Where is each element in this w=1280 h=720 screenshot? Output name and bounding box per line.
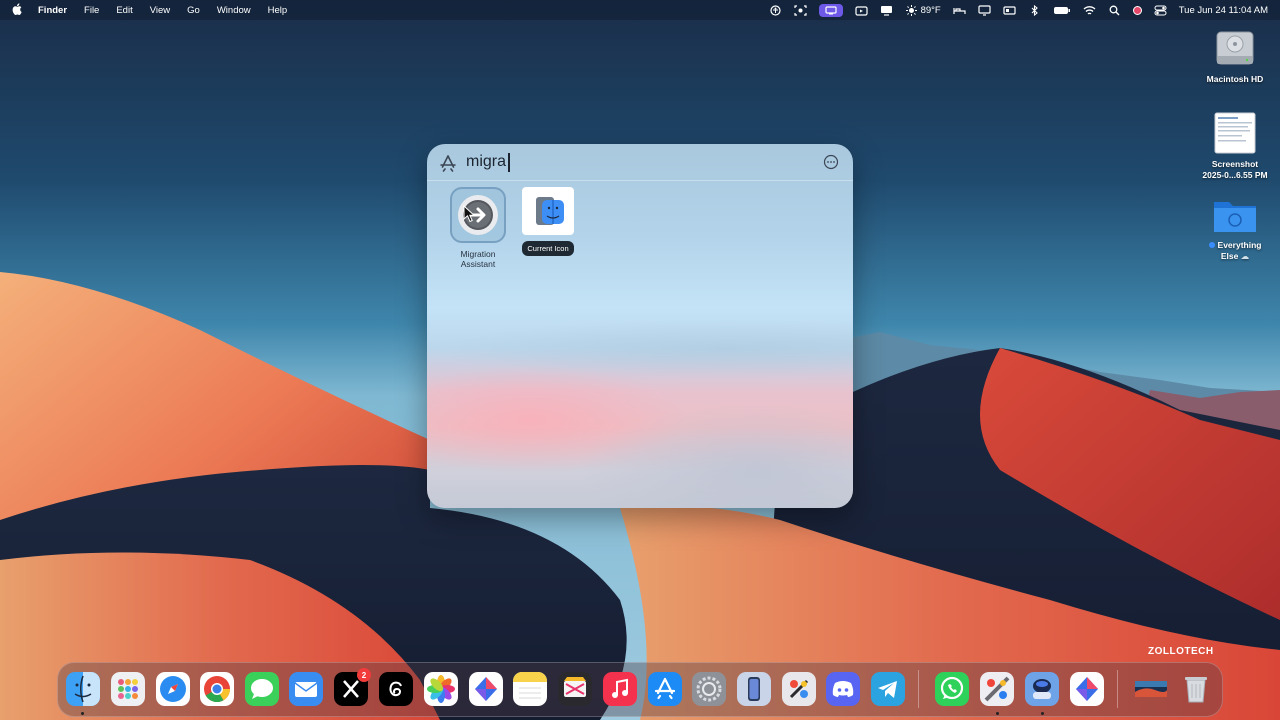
apple-menu-icon[interactable]	[12, 2, 22, 18]
craft-icon[interactable]	[469, 672, 503, 706]
spotlight-search-input[interactable]	[466, 151, 796, 173]
iphone-mirroring-icon[interactable]	[737, 672, 771, 706]
telegram-icon[interactable]	[871, 672, 905, 706]
weather-icon[interactable]	[905, 4, 918, 16]
desktop-item-label-line1: Screenshot	[1211, 159, 1259, 169]
app-store-icon[interactable]	[648, 672, 682, 706]
music-icon[interactable]	[603, 672, 637, 706]
battery-icon[interactable]	[1053, 5, 1071, 16]
result-migration-assistant[interactable]: Migration Assistant	[444, 187, 512, 269]
hard-drive-icon	[1213, 26, 1257, 70]
messages-icon[interactable]	[245, 672, 279, 706]
launchpad-icon[interactable]	[111, 672, 145, 706]
menu-clock[interactable]: Tue Jun 24 11:04 AM	[1179, 5, 1268, 16]
desktop-item-everything-else[interactable]: Everything Else ☁	[1190, 196, 1280, 261]
craft-icon-2[interactable]	[1070, 672, 1104, 706]
display-icon-2[interactable]	[978, 4, 991, 16]
safari-icon[interactable]	[156, 672, 190, 706]
spotlight-search-row	[427, 144, 853, 181]
result-label-line2: Assistant	[460, 259, 496, 269]
camera-icon[interactable]	[854, 5, 868, 16]
result-tile[interactable]	[522, 187, 574, 235]
downloads-stack-icon[interactable]	[1134, 672, 1168, 706]
result-current-icon[interactable]: Current Icon	[514, 187, 582, 256]
bluetooth-icon[interactable]	[1028, 4, 1041, 16]
app-store-icon[interactable]	[439, 154, 457, 172]
screenshot-icon[interactable]	[793, 4, 807, 16]
chrome-icon[interactable]	[200, 672, 234, 706]
user-icon[interactable]	[1132, 5, 1142, 15]
desktop-item-label-line2: 2025-0...6.55 PM	[1202, 169, 1268, 180]
dock-separator	[1117, 670, 1118, 708]
result-label-line1: Migration	[460, 249, 496, 259]
desktop-item-label: Macintosh HD	[1206, 74, 1264, 84]
desktop-item-label-line2: Else ☁	[1220, 250, 1250, 261]
accessibility-icon[interactable]	[769, 4, 782, 16]
result-name-badge: Current Icon	[522, 241, 574, 256]
trash-icon[interactable]	[1179, 672, 1213, 706]
pixelmator-icon[interactable]	[782, 672, 816, 706]
threads-icon[interactable]	[379, 672, 413, 706]
mirror-icon[interactable]	[1003, 5, 1016, 16]
menu-view[interactable]: View	[150, 5, 170, 16]
menu-window[interactable]: Window	[217, 5, 251, 16]
notes-icon[interactable]	[513, 672, 547, 706]
menu-go[interactable]: Go	[187, 5, 200, 16]
notification-badge: 2	[357, 668, 371, 682]
screen-mirror-icon[interactable]	[818, 3, 843, 17]
watermark-text: ZOLLOTECH	[1148, 646, 1214, 657]
menu-app-name[interactable]: Finder	[38, 5, 67, 16]
mail-icon[interactable]	[289, 672, 323, 706]
desktop-item-screenshot[interactable]: Screenshot 2025-0...6.55 PM	[1190, 111, 1280, 180]
menu-edit[interactable]: Edit	[116, 5, 132, 16]
menu-bar: Finder File Edit View Go Window Help 89°…	[0, 0, 1280, 20]
menu-file[interactable]: File	[84, 5, 99, 16]
icloud-icon: ☁	[1240, 250, 1250, 261]
migration-dock-icon[interactable]	[1025, 672, 1059, 706]
display-icon[interactable]	[880, 5, 893, 16]
blue-tag-icon	[1208, 242, 1215, 248]
result-tile-selected[interactable]	[450, 187, 506, 243]
wifi-icon[interactable]	[1083, 5, 1096, 16]
photos-icon[interactable]	[424, 672, 458, 706]
text-caret	[508, 153, 510, 172]
spotlight-panel: Migration Assistant Current Icon	[427, 144, 853, 508]
whatsapp-icon[interactable]	[935, 672, 969, 706]
finder-icon	[536, 197, 564, 225]
system-settings-icon[interactable]	[692, 672, 726, 706]
dock-separator	[918, 670, 919, 708]
discord-icon[interactable]	[826, 672, 860, 706]
control-center-icon[interactable]	[1154, 5, 1167, 16]
desktop-item-label-line1: Everything	[1190, 240, 1280, 251]
desktop-item-macintosh-hd[interactable]: Macintosh HD	[1190, 26, 1280, 85]
ellipsis-circle-icon[interactable]	[823, 154, 839, 170]
menu-help[interactable]: Help	[268, 5, 288, 16]
screenshot-file-icon	[1213, 111, 1257, 155]
weather-temperature[interactable]: 89°F	[921, 5, 941, 16]
final-cut-icon[interactable]	[558, 672, 592, 706]
finder-icon[interactable]	[66, 672, 100, 706]
mouse-pointer-icon	[463, 205, 476, 223]
folder-icon	[1211, 196, 1259, 236]
bed-icon[interactable]	[953, 5, 966, 16]
search-icon[interactable]	[1108, 5, 1121, 16]
photo-booth-icon[interactable]	[980, 672, 1014, 706]
